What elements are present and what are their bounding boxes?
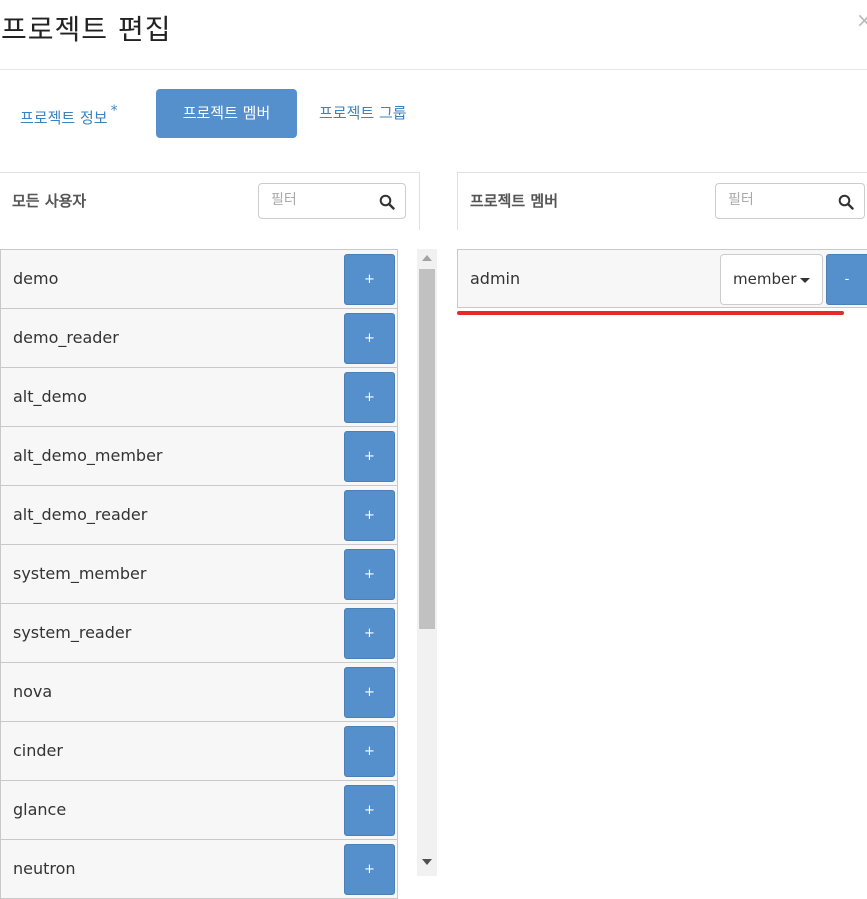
all-users-filter-input[interactable] [269, 191, 373, 209]
project-members-header: 프로젝트 멤버 [457, 172, 867, 230]
user-name: system_member [13, 564, 147, 583]
add-user-button[interactable]: + [344, 254, 395, 305]
remove-member-button[interactable]: - [826, 254, 867, 305]
all-users-scrollbar[interactable] [417, 249, 437, 876]
list-item: cinder + [0, 722, 398, 781]
caret-down-icon [800, 278, 810, 283]
add-user-button[interactable]: + [344, 844, 395, 895]
required-mark: * [110, 103, 118, 119]
member-row: admin member - [457, 249, 867, 308]
tab-label: 프로젝트 정보 [20, 109, 108, 127]
list-item: demo_reader + [0, 309, 398, 368]
list-item: alt_demo_reader + [0, 486, 398, 545]
user-name: alt_demo_member [13, 446, 163, 465]
user-name: demo [13, 269, 59, 288]
add-user-button[interactable]: + [344, 667, 395, 718]
add-user-button[interactable]: + [344, 490, 395, 541]
user-name: alt_demo_reader [13, 505, 148, 524]
list-item: nova + [0, 663, 398, 722]
project-members-filter[interactable] [715, 183, 865, 219]
list-item: neutron + [0, 840, 398, 899]
add-user-button[interactable]: + [344, 372, 395, 423]
user-name: alt_demo [13, 387, 87, 406]
list-item: system_reader + [0, 604, 398, 663]
close-icon[interactable]: × [856, 8, 867, 32]
add-user-button[interactable]: + [344, 726, 395, 777]
user-name: cinder [13, 741, 63, 760]
modal-title: 프로젝트 편집 [1, 13, 172, 46]
tab-project-info[interactable]: 프로젝트 정보 * [20, 89, 118, 138]
user-name: neutron [13, 859, 76, 878]
header-divider [0, 69, 867, 70]
scroll-up-arrow-icon[interactable] [422, 255, 432, 261]
red-annotation-underline [457, 311, 844, 315]
add-user-button[interactable]: + [344, 313, 395, 364]
list-item: glance + [0, 781, 398, 840]
list-item: demo + [0, 249, 398, 309]
user-name: system_reader [13, 623, 132, 642]
list-item: system_member + [0, 545, 398, 604]
role-value: member [733, 270, 797, 288]
add-user-button[interactable]: + [344, 785, 395, 836]
role-dropdown[interactable]: member [720, 254, 823, 305]
project-members-filter-input[interactable] [726, 191, 830, 209]
all-users-header: 모든 사용자 [0, 172, 420, 230]
add-user-button[interactable]: + [344, 549, 395, 600]
scroll-down-arrow-icon[interactable] [422, 859, 432, 865]
list-item: alt_demo_member + [0, 427, 398, 486]
add-user-button[interactable]: + [344, 431, 395, 482]
tab-project-members[interactable]: 프로젝트 멤버 [156, 89, 297, 138]
project-members-title: 프로젝트 멤버 [470, 192, 559, 210]
search-icon[interactable] [838, 194, 854, 210]
user-name: demo_reader [13, 328, 119, 347]
member-name: admin [470, 269, 521, 288]
all-users-filter[interactable] [258, 183, 406, 219]
user-name: nova [13, 682, 53, 701]
user-name: glance [13, 800, 67, 819]
all-users-list: demo + demo_reader + alt_demo + alt_demo_me… [0, 249, 398, 899]
list-item: alt_demo + [0, 368, 398, 427]
add-user-button[interactable]: + [344, 608, 395, 659]
scroll-thumb[interactable] [419, 269, 435, 629]
all-users-title: 모든 사용자 [12, 192, 87, 210]
tab-project-groups[interactable]: 프로젝트 그룹 [319, 89, 407, 138]
search-icon[interactable] [379, 194, 395, 210]
